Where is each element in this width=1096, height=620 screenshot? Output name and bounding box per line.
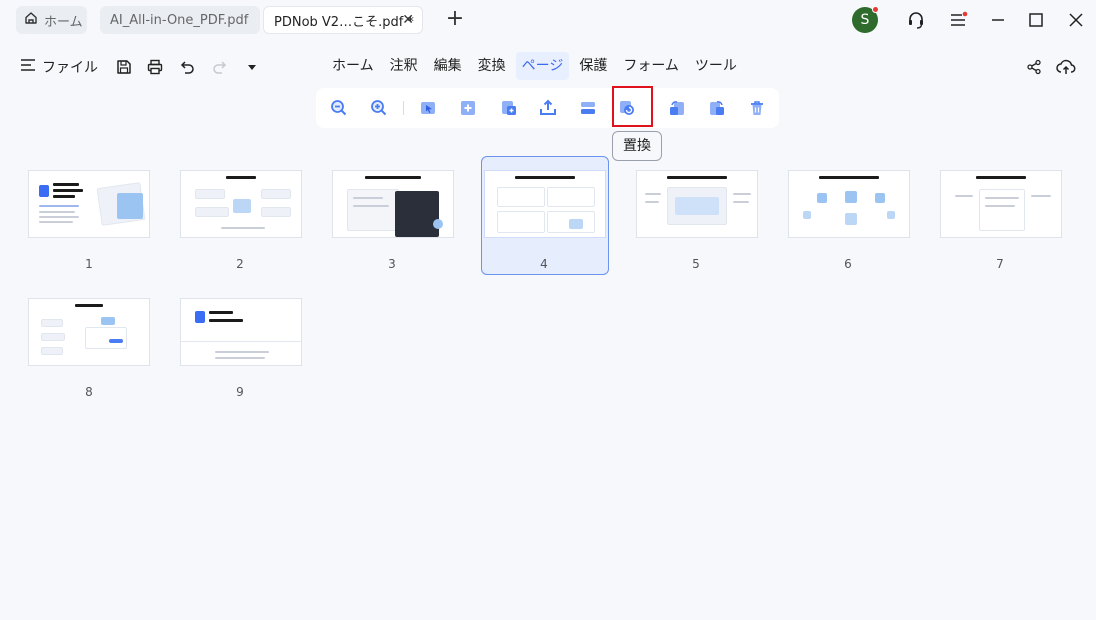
split-icon[interactable] [577, 97, 599, 119]
notification-dot [872, 6, 879, 13]
redo-icon[interactable] [209, 56, 231, 78]
print-icon[interactable] [144, 56, 166, 78]
maximize-icon[interactable] [1024, 8, 1048, 32]
undo-icon[interactable] [176, 56, 198, 78]
menu-home[interactable]: ホーム [326, 52, 380, 80]
minimize-icon[interactable] [986, 8, 1010, 32]
menu-protect[interactable]: 保護 [573, 52, 613, 80]
delete-icon[interactable] [746, 97, 768, 119]
cloud-upload-icon[interactable] [1055, 56, 1077, 78]
menu-icon[interactable] [946, 8, 970, 32]
tab-home[interactable]: ホーム [16, 6, 87, 34]
menu-edit[interactable]: 編集 [428, 52, 468, 80]
menu-convert[interactable]: 変換 [472, 52, 512, 80]
page-number-1: 1 [85, 257, 93, 271]
menu-annotate[interactable]: 注釈 [384, 52, 424, 80]
title-bar: ホーム AI_All-in-One_PDF.pdf PDNob V2…こそ.pd… [0, 0, 1096, 40]
menu-form[interactable]: フォーム [617, 52, 685, 80]
page-number-5: 5 [692, 257, 700, 271]
file-menu-label: ファイル [42, 60, 98, 76]
menu-bar: ファイル ホーム 注釈 編集 変換 ページ 保護 フォーム ツール [0, 52, 1096, 82]
extract-icon[interactable] [498, 97, 520, 119]
replace-highlight-box [612, 86, 653, 127]
page-number-8: 8 [85, 385, 93, 399]
page-number-9: 9 [236, 385, 244, 399]
page-thumbnail-4[interactable] [484, 170, 606, 238]
hamburger-icon [20, 58, 36, 76]
new-tab-button[interactable]: + [444, 6, 466, 34]
export-icon[interactable] [537, 97, 559, 119]
page-toolbar [316, 88, 779, 128]
menu-tools[interactable]: ツール [689, 52, 743, 80]
main-menu: ホーム 注釈 編集 変換 ページ 保護 フォーム ツール [324, 52, 745, 82]
page-number-4: 4 [540, 257, 548, 271]
avatar[interactable]: S [852, 6, 879, 33]
tab-document-1[interactable]: AI_All-in-One_PDF.pdf [100, 6, 260, 34]
tab-document-active-label: PDNob V2…こそ.pdf * [274, 14, 414, 30]
tab-document-1-label: AI_All-in-One_PDF.pdf [110, 12, 249, 28]
file-menu-button[interactable]: ファイル [20, 56, 98, 78]
rotate-right-icon[interactable] [706, 97, 728, 119]
page-thumbnail-6[interactable] [788, 170, 910, 238]
page-thumbnail-7[interactable] [940, 170, 1062, 238]
close-window-icon[interactable] [1064, 8, 1088, 32]
tab-document-active[interactable]: PDNob V2…こそ.pdf * ✕ [263, 6, 423, 34]
zoom-in-icon[interactable] [368, 97, 390, 119]
support-headset-icon[interactable] [904, 8, 928, 32]
dropdown-caret-icon[interactable] [241, 56, 263, 78]
share-icon[interactable] [1023, 56, 1045, 78]
tab-home-label: ホーム [44, 14, 83, 30]
page-thumbnail-8[interactable] [28, 298, 150, 366]
page-number-3: 3 [388, 257, 396, 271]
save-icon[interactable] [113, 56, 135, 78]
rotate-left-icon[interactable] [666, 97, 688, 119]
replace-tooltip: 置換 [612, 131, 662, 161]
page-thumbnail-1[interactable] [28, 170, 150, 238]
toolbar-divider [403, 101, 404, 115]
avatar-letter: S [860, 12, 870, 28]
home-icon [24, 11, 38, 29]
menu-page[interactable]: ページ [515, 52, 570, 80]
select-icon[interactable] [417, 97, 439, 119]
page-thumbnail-5[interactable] [636, 170, 758, 238]
insert-page-icon[interactable] [457, 97, 479, 119]
page-number-6: 6 [844, 257, 852, 271]
zoom-out-icon[interactable] [328, 97, 350, 119]
page-number-7: 7 [996, 257, 1004, 271]
page-number-2: 2 [236, 257, 244, 271]
close-tab-icon[interactable]: ✕ [402, 12, 414, 28]
page-thumbnail-2[interactable] [180, 170, 302, 238]
page-thumbnail-9[interactable] [180, 298, 302, 366]
page-thumbnail-3[interactable] [332, 170, 454, 238]
